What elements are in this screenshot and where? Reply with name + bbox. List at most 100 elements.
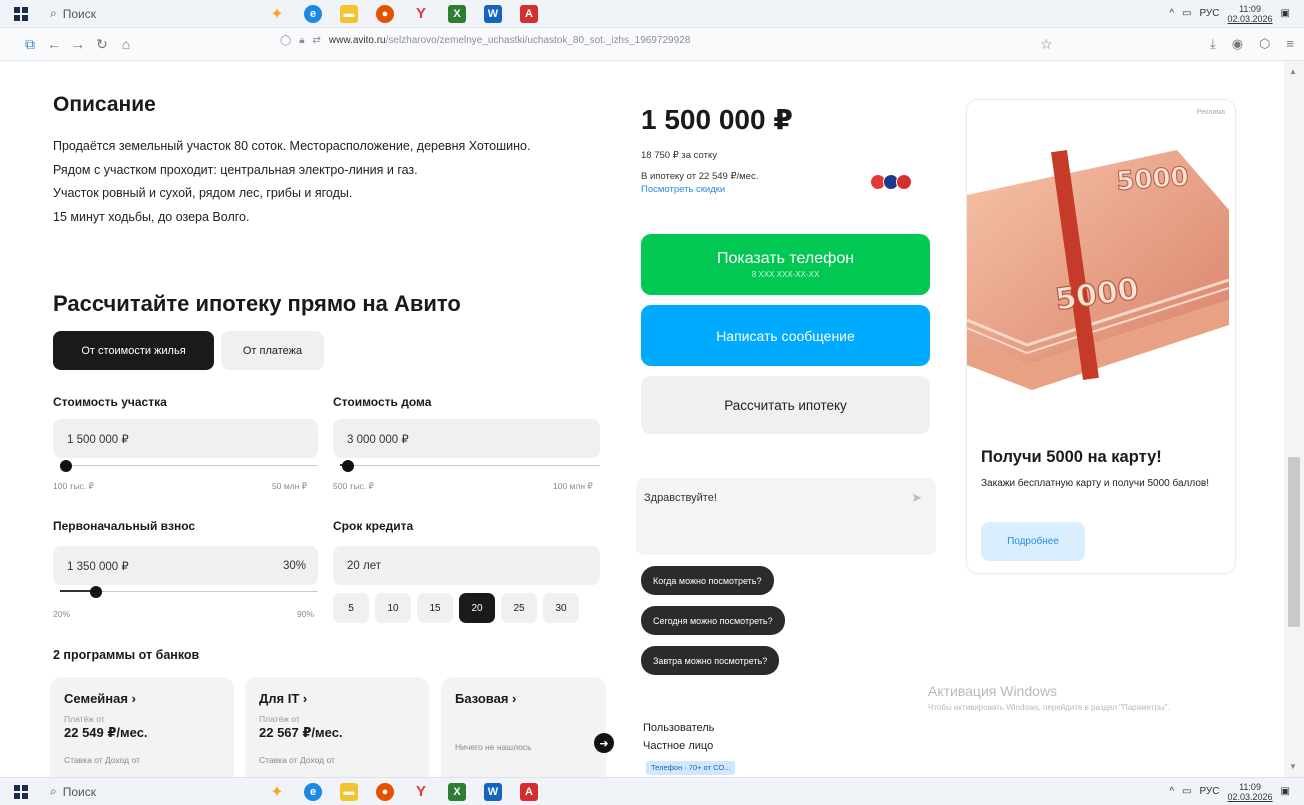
notification-icon[interactable]: ▣ bbox=[1281, 8, 1290, 19]
explorer-icon[interactable]: ▬ bbox=[340, 782, 358, 801]
program-label: Платёж от bbox=[259, 714, 300, 724]
taskbar-top: ⌕ Поиск ✦ e ▬ ● Y X W A ^ ▭ РУС 11:09 02… bbox=[0, 0, 1304, 28]
tray-chevron-icon[interactable]: ^ bbox=[1169, 786, 1174, 797]
tray-network-icon[interactable]: ▭ bbox=[1182, 8, 1191, 19]
download-icon[interactable]: ⤓ bbox=[1210, 36, 1216, 52]
bookmark-star-icon[interactable]: ☆ bbox=[1040, 36, 1053, 53]
tray-language[interactable]: РУС bbox=[1199, 8, 1219, 19]
plot-cost-slider[interactable] bbox=[60, 459, 318, 473]
home-icon[interactable]: ⌂ bbox=[114, 36, 138, 52]
toggle-by-price[interactable]: От стоимости жилья bbox=[53, 331, 214, 370]
program-card[interactable]: Для IT › Платёж от 22 567 ₽/мес. Ставка … bbox=[245, 677, 429, 777]
chat-input[interactable]: Здравствуйте! ➤ bbox=[636, 478, 936, 555]
taskbar-search[interactable]: ⌕ Поиск bbox=[50, 781, 160, 803]
word-icon[interactable]: W bbox=[484, 4, 502, 23]
tray-time: 11:09 bbox=[1239, 3, 1261, 14]
reload-icon[interactable]: ↻ bbox=[90, 36, 114, 53]
scrollbar-thumb[interactable] bbox=[1288, 457, 1300, 627]
term-label: Срок кредита bbox=[333, 519, 414, 533]
tray-network-icon[interactable]: ▭ bbox=[1182, 786, 1191, 797]
program-card[interactable]: Семейная › Платёж от 22 549 ₽/мес. Ставк… bbox=[50, 677, 234, 777]
house-cost-input[interactable]: 3 000 000 ₽ bbox=[333, 419, 600, 458]
watermark-text: Чтобы активировать Windows, перейдите в … bbox=[928, 703, 1170, 712]
program-payment: 22 549 ₽/мес. bbox=[64, 725, 148, 740]
programs-next-arrow-icon[interactable]: ➜ bbox=[594, 733, 614, 753]
scroll-down-icon[interactable]: ▼ bbox=[1289, 762, 1297, 771]
windows-start-icon[interactable] bbox=[14, 784, 28, 799]
house-max: 100 млн ₽ bbox=[553, 481, 593, 491]
account-icon[interactable]: ◉ bbox=[1232, 36, 1243, 52]
plot-cost-label: Стоимость участка bbox=[53, 395, 167, 409]
tray-language[interactable]: РУС bbox=[1199, 786, 1219, 797]
description-line: Продаётся земельный участок 80 соток. Ме… bbox=[53, 139, 531, 153]
house-cost-slider[interactable] bbox=[340, 459, 600, 473]
slider-handle[interactable] bbox=[90, 586, 102, 598]
mortgage-from: В ипотеку от 22 549 ₽/мес. bbox=[641, 171, 759, 182]
slider-handle[interactable] bbox=[342, 460, 354, 472]
quick-question-chip[interactable]: Когда можно посмотреть? bbox=[641, 566, 774, 595]
down-payment-input[interactable]: 1 350 000 ₽ 30% bbox=[53, 546, 318, 585]
copilot-icon[interactable]: ✦ bbox=[268, 783, 286, 801]
copilot-icon[interactable]: ✦ bbox=[268, 5, 286, 23]
show-phone-button[interactable]: Показать телефон 8 XXX XXX-XX-XX bbox=[641, 234, 930, 295]
down-max: 90% bbox=[297, 609, 315, 619]
edge-icon[interactable]: e bbox=[304, 782, 322, 801]
back-icon[interactable]: ← bbox=[42, 36, 66, 52]
price-per-unit: 18 750 ₽ за сотку bbox=[641, 150, 717, 161]
extensions-icon[interactable]: ⬡ bbox=[1259, 36, 1270, 52]
excel-icon[interactable]: X bbox=[448, 782, 466, 801]
pdf-icon[interactable]: A bbox=[520, 4, 538, 23]
yandex-icon[interactable]: Y bbox=[412, 5, 430, 23]
ad-more-button[interactable]: Подробнее bbox=[981, 522, 1085, 561]
term-option-chip[interactable]: 30 bbox=[543, 593, 579, 623]
tray-clock[interactable]: 11:09 02.03.2026 bbox=[1228, 782, 1273, 802]
forward-icon[interactable]: → bbox=[66, 36, 90, 52]
menu-icon[interactable]: ≡ bbox=[1286, 36, 1294, 52]
tab-icon[interactable]: ⧉ bbox=[18, 36, 42, 53]
address-bar[interactable]: ◯ 🔒︎ ⇄ www.avito.ru/selzharovo/zemelnye_… bbox=[280, 35, 690, 46]
page-scrollbar[interactable]: ▲ ▼ bbox=[1284, 61, 1304, 777]
pdf-icon[interactable]: A bbox=[520, 782, 538, 801]
toggle-by-payment[interactable]: От платежа bbox=[221, 331, 324, 370]
quick-question-chip[interactable]: Сегодня можно посмотреть? bbox=[641, 606, 785, 635]
edge-icon[interactable]: e bbox=[304, 4, 322, 23]
program-label: Платёж от bbox=[64, 714, 105, 724]
ad-banner[interactable]: Реклама 5000 5000 Получи 5000 на карту! … bbox=[966, 99, 1236, 574]
taskbar-search[interactable]: ⌕ Поиск bbox=[50, 3, 160, 25]
down-payment-percent: 30% bbox=[282, 559, 306, 572]
notification-icon[interactable]: ▣ bbox=[1281, 786, 1290, 797]
windows-start-icon[interactable] bbox=[14, 6, 28, 21]
listing-price: 1 500 000 ₽ bbox=[641, 104, 793, 135]
program-card[interactable]: Базовая › Ничего не нашлось bbox=[441, 677, 606, 777]
discount-link[interactable]: Посмотреть скидки bbox=[641, 184, 725, 195]
excel-icon[interactable]: X bbox=[448, 4, 466, 23]
explorer-icon[interactable]: ▬ bbox=[340, 4, 358, 23]
description-line: Участок ровный и сухой, рядом лес, грибы… bbox=[53, 186, 353, 200]
tray-clock[interactable]: 11:09 02.03.2026 bbox=[1228, 4, 1273, 24]
firefox-icon[interactable]: ● bbox=[376, 782, 394, 801]
term-option-chip[interactable]: 15 bbox=[417, 593, 453, 623]
down-payment-slider[interactable] bbox=[60, 585, 318, 599]
yandex-icon[interactable]: Y bbox=[412, 783, 430, 801]
scroll-up-icon[interactable]: ▲ bbox=[1289, 67, 1297, 76]
seller-name[interactable]: Пользователь bbox=[643, 722, 714, 734]
tray-chevron-icon[interactable]: ^ bbox=[1169, 8, 1174, 19]
down-min: 20% bbox=[53, 609, 71, 619]
calculate-mortgage-button[interactable]: Рассчитать ипотеку bbox=[641, 376, 930, 434]
plot-cost-input[interactable]: 1 500 000 ₽ bbox=[53, 419, 318, 458]
word-icon[interactable]: W bbox=[484, 782, 502, 801]
term-option-chip[interactable]: 5 bbox=[333, 593, 369, 623]
term-input[interactable]: 20 лет bbox=[333, 546, 600, 585]
firefox-icon[interactable]: ● bbox=[376, 4, 394, 23]
description-text: Продаётся земельный участок 80 соток. Ме… bbox=[53, 135, 593, 229]
bank-logo-icon bbox=[896, 174, 912, 190]
quick-question-chip[interactable]: Завтра можно посмотреть? bbox=[641, 646, 780, 675]
write-message-button[interactable]: Написать сообщение bbox=[641, 305, 930, 366]
plot-max: 50 млн ₽ bbox=[272, 481, 308, 491]
program-foot: Ничего не нашлось bbox=[455, 742, 532, 752]
term-option-chip[interactable]: 10 bbox=[375, 593, 411, 623]
slider-handle[interactable] bbox=[60, 460, 72, 472]
term-option-chip[interactable]: 25 bbox=[501, 593, 537, 623]
send-icon[interactable]: ➤ bbox=[911, 490, 922, 506]
term-option-chip[interactable]: 20 bbox=[459, 593, 495, 623]
